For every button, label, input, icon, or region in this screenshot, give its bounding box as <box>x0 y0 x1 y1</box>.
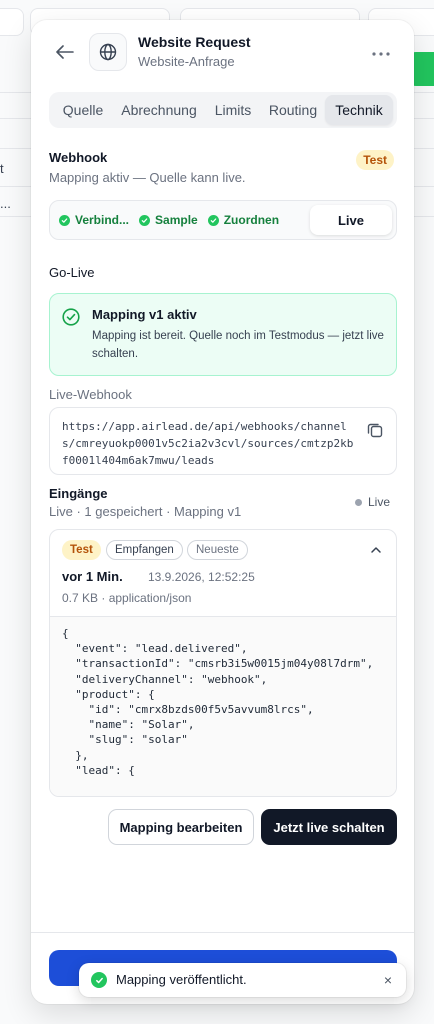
background-row-text: ... <box>0 196 11 211</box>
webhook-section-subtitle: Mapping aktiv — Quelle kann live. <box>49 170 246 185</box>
toast-notification: Mapping veröffentlicht. × <box>79 963 406 997</box>
tab-routing[interactable]: Routing <box>261 95 325 125</box>
golive-section-title: Go-Live <box>49 265 95 280</box>
inputs-section-subtitle: Live · 1 gespeichert · Mapping v1 <box>49 504 242 519</box>
webhook-url[interactable]: https://app.airlead.de/api/webhooks/chan… <box>62 418 358 469</box>
entry-received-badge: Empfangen <box>106 540 183 560</box>
entry-time: vor 1 Min. <box>62 569 123 584</box>
live-indicator: Live <box>354 495 390 509</box>
check-icon <box>139 214 151 226</box>
step-label: Zuordnen <box>223 213 280 227</box>
entry-newest-badge: Neueste <box>187 540 248 560</box>
background-tab <box>0 8 24 36</box>
inbound-entry-card: Test Empfangen Neueste vor 1 Min. 13.9.2… <box>49 529 397 797</box>
background-row-text: t <box>0 161 4 176</box>
step-live[interactable]: Live <box>310 205 392 235</box>
check-circle-icon <box>62 308 80 326</box>
step-label: Sample <box>155 213 198 227</box>
tab-abrechnung[interactable]: Abrechnung <box>113 95 205 125</box>
webhook-section-title: Webhook <box>49 150 108 165</box>
inputs-section-title: Eingänge <box>49 486 108 501</box>
entry-date: 13.9.2026, 12:52:25 <box>148 570 255 584</box>
status-dot <box>354 498 362 506</box>
more-horizontal-icon <box>372 52 390 56</box>
page-title: Website Request <box>138 34 251 50</box>
page-subtitle: Website-Anfrage <box>138 54 235 69</box>
check-icon <box>207 214 219 226</box>
tab-limits[interactable]: Limits <box>205 95 261 125</box>
close-icon[interactable]: × <box>384 972 392 988</box>
footer-divider <box>31 932 414 933</box>
step-mapping[interactable]: Zuordnen <box>203 204 284 236</box>
live-webhook-field[interactable]: https://app.airlead.de/api/webhooks/chan… <box>49 407 397 475</box>
go-live-button[interactable]: Jetzt live schalten <box>261 809 397 845</box>
live-webhook-label: Live-Webhook <box>49 387 132 402</box>
entry-meta: 0.7 KB · application/json <box>62 591 192 605</box>
copy-icon[interactable] <box>366 421 384 439</box>
tab-quelle[interactable]: Quelle <box>53 95 113 125</box>
chevron-up-icon[interactable] <box>370 544 382 556</box>
setup-stepper: Verbind... Sample Zuordnen Live <box>49 200 397 240</box>
back-button[interactable] <box>53 40 77 64</box>
step-sample[interactable]: Sample <box>134 204 203 236</box>
step-connection[interactable]: Verbind... <box>54 204 134 236</box>
tab-technik[interactable]: Technik <box>325 95 393 125</box>
globe-icon <box>99 43 117 61</box>
tab-bar: Quelle Abrechnung Limits Routing Technik <box>49 92 397 128</box>
arrow-left-icon <box>56 45 74 59</box>
alert-text: Mapping ist bereit. Quelle noch im Testm… <box>92 330 384 360</box>
status-badge: Test <box>356 150 394 170</box>
step-label: Verbind... <box>75 213 130 227</box>
edit-mapping-button[interactable]: Mapping bearbeiten <box>108 809 254 845</box>
toast-message: Mapping veröffentlicht. <box>116 972 247 987</box>
mapping-success-alert: Mapping v1 aktiv Mapping ist bereit. Que… <box>49 293 397 376</box>
more-options-button[interactable] <box>372 42 390 58</box>
alert-title: Mapping v1 aktiv <box>92 307 197 322</box>
live-indicator-label: Live <box>367 495 390 509</box>
panel-header: Website Request Website-Anfrage <box>31 20 414 90</box>
entry-test-badge: Test <box>62 540 101 560</box>
check-icon <box>59 214 70 226</box>
payload-json: { "event": "lead.delivered", "transactio… <box>62 627 374 777</box>
check-circle-icon <box>91 972 107 988</box>
payload-viewer[interactable]: { "event": "lead.delivered", "transactio… <box>50 616 396 796</box>
source-avatar <box>89 33 127 71</box>
source-detail-panel: Website Request Website-Anfrage Quelle A… <box>31 20 414 1004</box>
